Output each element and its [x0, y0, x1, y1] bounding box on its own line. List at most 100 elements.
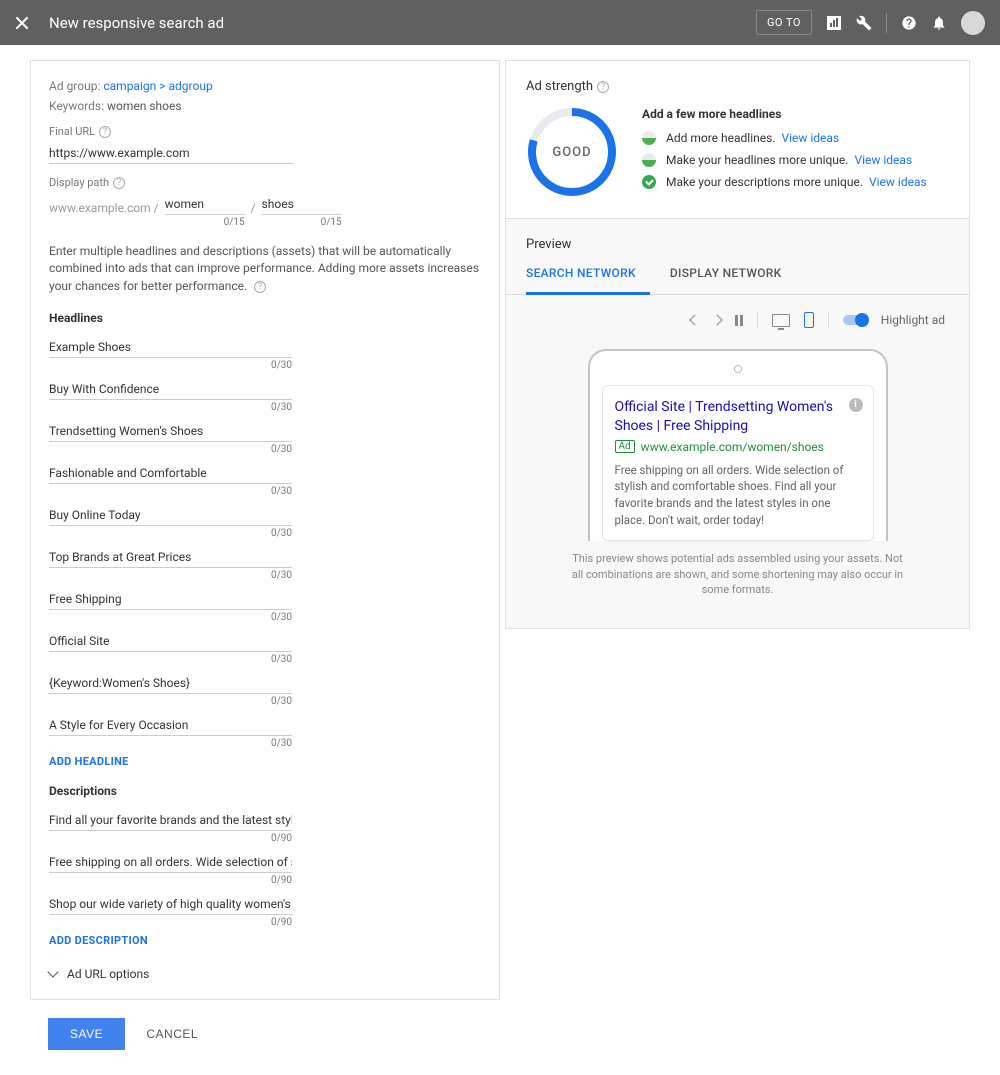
finalurl-label: Final URL [49, 125, 95, 138]
pause-icon[interactable] [735, 315, 743, 326]
ad-strength-title: Ad strength [526, 79, 593, 94]
half-circle-icon [642, 131, 656, 145]
tip-text: Add more headlines. [666, 131, 775, 145]
topbar: New responsive search ad GO TO [0, 0, 1000, 45]
path2-count: 0/15 [262, 215, 342, 229]
headline-input[interactable] [49, 461, 292, 484]
finalurl-input[interactable] [49, 142, 294, 164]
description-count: 0/90 [49, 873, 292, 886]
headline-count: 0/30 [49, 568, 292, 581]
strength-gauge: GOOD [526, 106, 618, 198]
description-input[interactable] [49, 850, 292, 873]
ad-badge: Ad [615, 440, 635, 453]
phone-frame: i Official Site | Trendsetting Women's S… [588, 349, 888, 541]
tip-text: Make your headlines more unique. [666, 153, 848, 167]
headline-input[interactable] [49, 335, 292, 358]
view-ideas-link[interactable]: View ideas [854, 153, 912, 167]
keywords-label: Keywords: [49, 99, 104, 113]
headline-count: 0/30 [49, 358, 292, 371]
headlines-heading: Headlines [49, 311, 481, 325]
view-ideas-link[interactable]: View ideas [781, 131, 839, 145]
headline-input[interactable] [49, 419, 292, 442]
path-slash: / [251, 201, 256, 215]
close-icon[interactable] [15, 16, 29, 30]
headline-input[interactable] [49, 377, 292, 400]
chevron-down-icon [47, 967, 58, 978]
url-options-toggle[interactable]: Ad URL options [49, 967, 481, 981]
goto-button[interactable]: GO TO [756, 10, 812, 35]
headline-input[interactable] [49, 713, 292, 736]
adgroup-link[interactable]: adgroup [169, 79, 213, 93]
headline-count: 0/30 [49, 484, 292, 497]
tools-icon[interactable] [856, 15, 872, 31]
description-count: 0/90 [49, 915, 292, 928]
highlight-toggle[interactable] [843, 315, 867, 325]
descriptions-heading: Descriptions [49, 784, 481, 798]
headline-input[interactable] [49, 671, 292, 694]
add-headline-button[interactable]: ADD HEADLINE [49, 755, 481, 768]
mobile-icon[interactable] [804, 312, 814, 328]
half-circle-icon [642, 153, 656, 167]
ad-title: Official Site | Trendsetting Women's Sho… [615, 398, 861, 436]
ad-url: www.example.com/women/shoes [641, 440, 824, 454]
breadcrumb-separator: > [159, 79, 165, 93]
preview-title: Preview [526, 237, 949, 252]
check-circle-icon [642, 175, 656, 189]
phone-speaker-icon [734, 365, 742, 373]
info-icon[interactable]: i [849, 398, 863, 412]
strength-rating: GOOD [526, 106, 618, 198]
path1-count: 0/15 [165, 215, 245, 229]
preview-card: Preview SEARCH NETWORK DISPLAY NETWORK H… [505, 218, 970, 629]
displaypath-label: Display path [49, 176, 109, 189]
ad-strength-card: Ad strength ? GOOD Add a few more headli… [505, 60, 970, 218]
url-options-label: Ad URL options [67, 967, 149, 981]
separator [828, 311, 829, 329]
help-icon[interactable]: ? [254, 281, 266, 293]
help-icon[interactable]: ? [597, 81, 609, 93]
headline-input[interactable] [49, 629, 292, 652]
help-icon[interactable]: ? [99, 126, 111, 138]
description-input[interactable] [49, 808, 292, 831]
headline-count: 0/30 [49, 442, 292, 455]
headline-count: 0/30 [49, 526, 292, 539]
prev-icon[interactable] [689, 314, 700, 325]
highlight-label: Highlight ad [881, 313, 945, 327]
keywords-value: women shoes [107, 99, 182, 113]
headline-input[interactable] [49, 503, 292, 526]
ad-form-card: Ad group: campaign > adgroup Keywords: w… [30, 60, 500, 1000]
ad-description: Free shipping on all orders. Wide select… [615, 462, 861, 529]
path2-input[interactable] [262, 193, 342, 215]
add-description-button[interactable]: ADD DESCRIPTION [49, 934, 481, 947]
help-icon[interactable] [901, 15, 917, 31]
cancel-button[interactable]: CANCEL [128, 1018, 216, 1050]
tab-search-network[interactable]: SEARCH NETWORK [526, 266, 650, 295]
avatar[interactable] [961, 11, 985, 35]
headline-count: 0/30 [49, 694, 292, 707]
headline-input[interactable] [49, 587, 292, 610]
next-icon[interactable] [711, 314, 722, 325]
description-count: 0/90 [49, 831, 292, 844]
headline-count: 0/30 [49, 736, 292, 749]
notifications-icon[interactable] [931, 15, 947, 31]
tip-text: Make your descriptions more unique. [666, 175, 863, 189]
tips-heading: Add a few more headlines [642, 107, 927, 121]
separator [757, 311, 758, 329]
headline-count: 0/30 [49, 610, 292, 623]
save-button[interactable]: SAVE [48, 1018, 125, 1050]
description-input[interactable] [49, 892, 292, 915]
path1-input[interactable] [165, 193, 245, 215]
view-ideas-link[interactable]: View ideas [869, 175, 927, 189]
headline-input[interactable] [49, 545, 292, 568]
help-icon[interactable]: ? [113, 177, 125, 189]
campaign-link[interactable]: campaign [103, 79, 156, 93]
topbar-separator [886, 13, 887, 33]
headline-count: 0/30 [49, 400, 292, 413]
tab-display-network[interactable]: DISPLAY NETWORK [670, 266, 796, 294]
headline-count: 0/30 [49, 652, 292, 665]
displaypath-prefix: www.example.com / [49, 201, 159, 215]
page-title: New responsive search ad [49, 14, 224, 32]
preview-note: This preview shows potential ads assembl… [568, 551, 908, 597]
reports-icon[interactable] [826, 15, 842, 31]
desktop-icon[interactable] [772, 314, 790, 327]
adgroup-label: Ad group: [49, 79, 100, 93]
